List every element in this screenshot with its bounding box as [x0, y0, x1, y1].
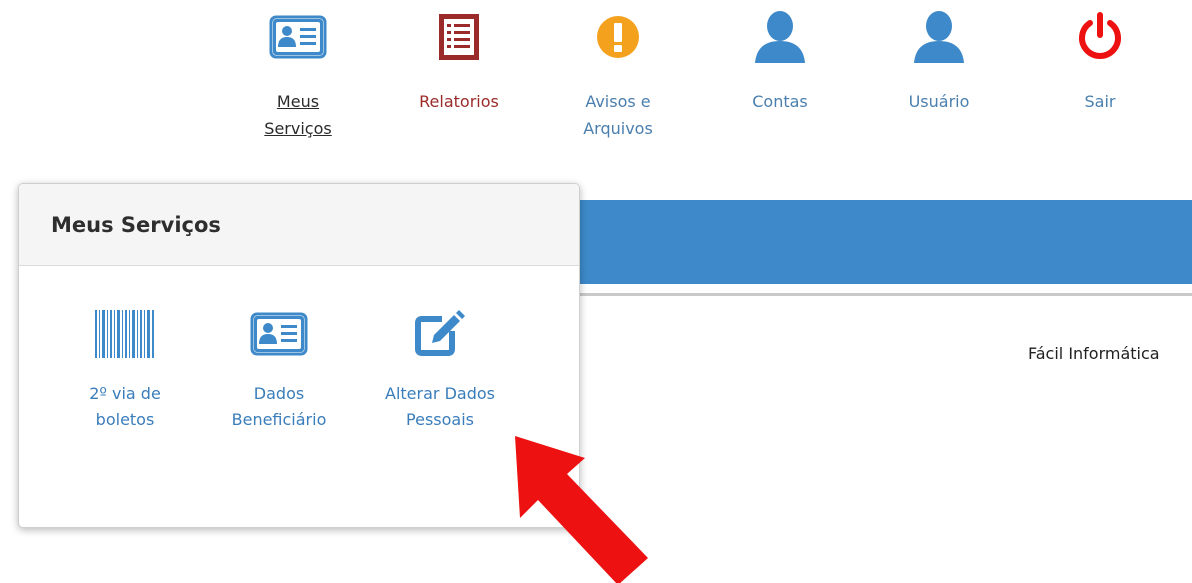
content-divider — [575, 293, 1192, 296]
nav-label-contas[interactable]: Contas — [752, 88, 808, 115]
blue-header-banner — [575, 200, 1192, 284]
nav-label-relatorios[interactable]: Relatorios — [419, 88, 499, 115]
id-card-icon — [268, 6, 328, 68]
nav-item-avisos-arquivos[interactable]: Avisos e Arquivos — [563, 6, 673, 142]
service-label-boletos[interactable]: 2º via de boletos — [89, 381, 161, 433]
dropdown-header: Meus Serviços — [19, 184, 579, 266]
nav-item-relatorios[interactable]: Relatorios — [404, 6, 514, 115]
dropdown-title: Meus Serviços — [51, 212, 221, 237]
top-navigation: Meus Serviços Relatorios Avisos e Arquiv… — [0, 0, 1192, 150]
warning-icon — [588, 6, 648, 68]
user-icon — [750, 6, 810, 68]
service-label-beneficiario[interactable]: Dados Beneficiário — [232, 381, 327, 433]
company-name: Fácil Informática — [1028, 344, 1160, 363]
user-icon — [909, 6, 969, 68]
edit-icon — [405, 304, 475, 364]
meus-servicos-dropdown: Meus Serviços 2º via de boletos Dados Be… — [18, 183, 580, 528]
nav-label-usuario[interactable]: Usuário — [909, 88, 970, 115]
service-alterar-dados-pessoais[interactable]: Alterar Dados Pessoais — [365, 304, 515, 433]
id-card-icon — [244, 304, 314, 364]
service-label-alterar-dados[interactable]: Alterar Dados Pessoais — [385, 381, 495, 433]
report-list-icon — [429, 6, 489, 68]
nav-label-sair[interactable]: Sair — [1085, 88, 1116, 115]
nav-label-avisos-arquivos[interactable]: Avisos e Arquivos — [583, 88, 653, 142]
nav-item-meus-servicos[interactable]: Meus Serviços — [243, 6, 353, 142]
nav-label-meus-servicos[interactable]: Meus Serviços — [264, 88, 331, 142]
nav-item-sair[interactable]: Sair — [1045, 6, 1155, 115]
power-icon — [1070, 6, 1130, 68]
nav-item-contas[interactable]: Contas — [725, 6, 835, 115]
nav-item-usuario[interactable]: Usuário — [884, 6, 994, 115]
barcode-icon — [90, 304, 160, 364]
service-dados-beneficiario[interactable]: Dados Beneficiário — [204, 304, 354, 433]
service-segunda-via-boletos[interactable]: 2º via de boletos — [50, 304, 200, 433]
page: Meus Serviços Relatorios Avisos e Arquiv… — [0, 0, 1192, 583]
red-pointer-arrow-icon — [515, 436, 648, 583]
